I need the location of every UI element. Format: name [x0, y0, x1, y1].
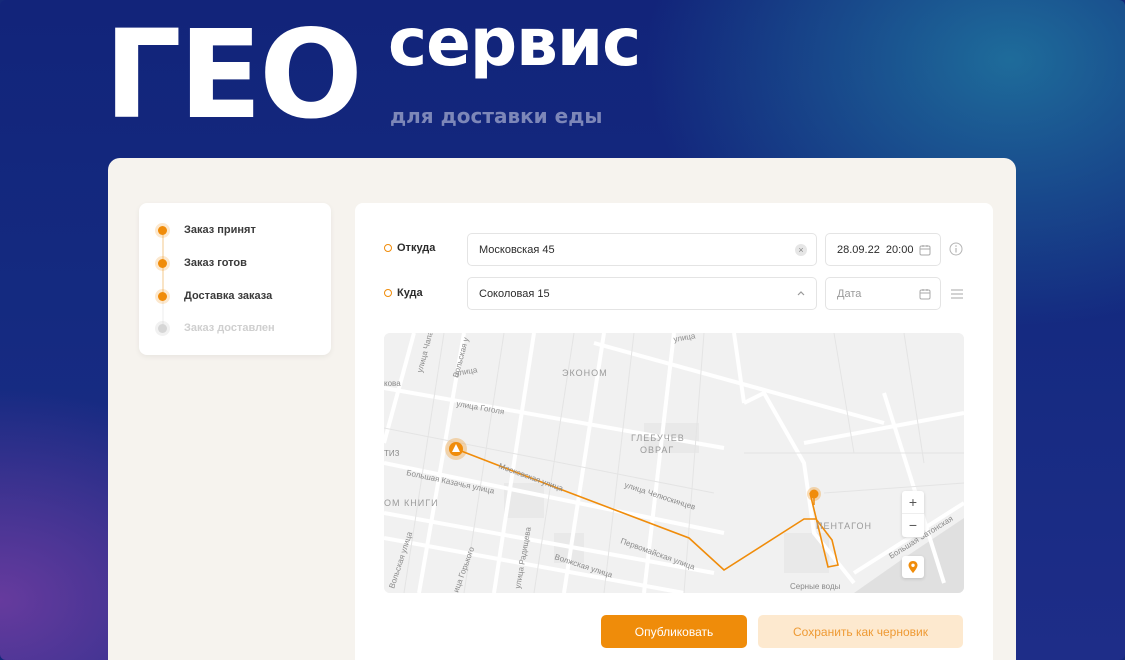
publish-button[interactable]: Опубликовать [601, 615, 747, 648]
map-district-label: ОМ КНИГИ [384, 498, 439, 508]
from-datetime-value: 28.09.22 20:00 [837, 243, 914, 256]
clear-icon[interactable]: × [795, 244, 807, 256]
status-dot-icon [158, 258, 167, 268]
from-address-value: Московская 45 [479, 243, 555, 256]
map-district-label: ЭКОНОМ [562, 368, 608, 378]
status-dot-icon [158, 225, 167, 235]
map-district-label: ПЕНТАГОН [816, 521, 872, 531]
to-label-text: Куда [397, 287, 423, 299]
map-label: Серные воды [790, 582, 841, 591]
to-address-select[interactable]: Соколовая 15 [467, 277, 817, 310]
status-step-label: Заказ доставлен [184, 322, 275, 334]
status-step-delivered: Заказ доставлен [139, 318, 331, 338]
status-step-accepted: Заказ принят [139, 220, 331, 240]
hero-subtitle: для доставки еды [390, 104, 603, 128]
save-draft-button[interactable]: Сохранить как черновик [758, 615, 963, 648]
map-zoom-control: + − [902, 491, 924, 537]
map-label: кова [384, 379, 401, 388]
status-step-label: Заказ принят [184, 224, 256, 236]
menu-icon[interactable] [950, 287, 964, 301]
destination-ring-icon [384, 289, 392, 297]
status-dot-icon [158, 291, 167, 301]
map-district-label: ГЛЕБУЧЕВ [631, 433, 685, 443]
locate-button[interactable] [902, 556, 924, 578]
chevron-up-icon [797, 291, 805, 296]
status-timeline [162, 231, 164, 329]
to-date-placeholder: Дата [837, 287, 862, 300]
to-date-input[interactable]: Дата [825, 277, 941, 310]
from-label-text: Откуда [397, 242, 436, 254]
to-label: Куда [384, 287, 423, 299]
courier-marker-icon [445, 438, 467, 460]
status-step-delivering: Доставка заказа [139, 286, 331, 306]
calendar-icon [919, 289, 931, 300]
status-step-ready: Заказ готов [139, 253, 331, 273]
to-address-value: Соколовая 15 [479, 287, 550, 300]
order-status-card: Заказ принят Заказ готов Доставка заказа… [139, 203, 331, 355]
map-district-label: ОВРАГ [640, 445, 674, 455]
location-pin-icon [908, 561, 918, 573]
status-step-label: Заказ готов [184, 257, 247, 269]
zoom-out-button[interactable]: − [902, 514, 924, 537]
info-icon[interactable] [949, 242, 963, 256]
calendar-icon [919, 245, 931, 256]
hero-title: ГЕО [104, 4, 363, 146]
status-step-label: Доставка заказа [184, 290, 273, 302]
map-canvas[interactable]: улица Чапаева Вольская у улица улица ков… [384, 333, 964, 593]
route-map[interactable]: улица Чапаева Вольская у улица улица ков… [384, 333, 964, 593]
from-label: Откуда [384, 242, 435, 254]
from-address-input[interactable]: Московская 45 × [467, 233, 817, 266]
map-label: ТИЗ [384, 449, 400, 458]
hero-title-secondary: сервис [388, 4, 641, 81]
zoom-in-button[interactable]: + [902, 491, 924, 514]
status-dot-icon [158, 323, 167, 333]
from-datetime-input[interactable]: 28.09.22 20:00 [825, 233, 941, 266]
origin-ring-icon [384, 244, 392, 252]
